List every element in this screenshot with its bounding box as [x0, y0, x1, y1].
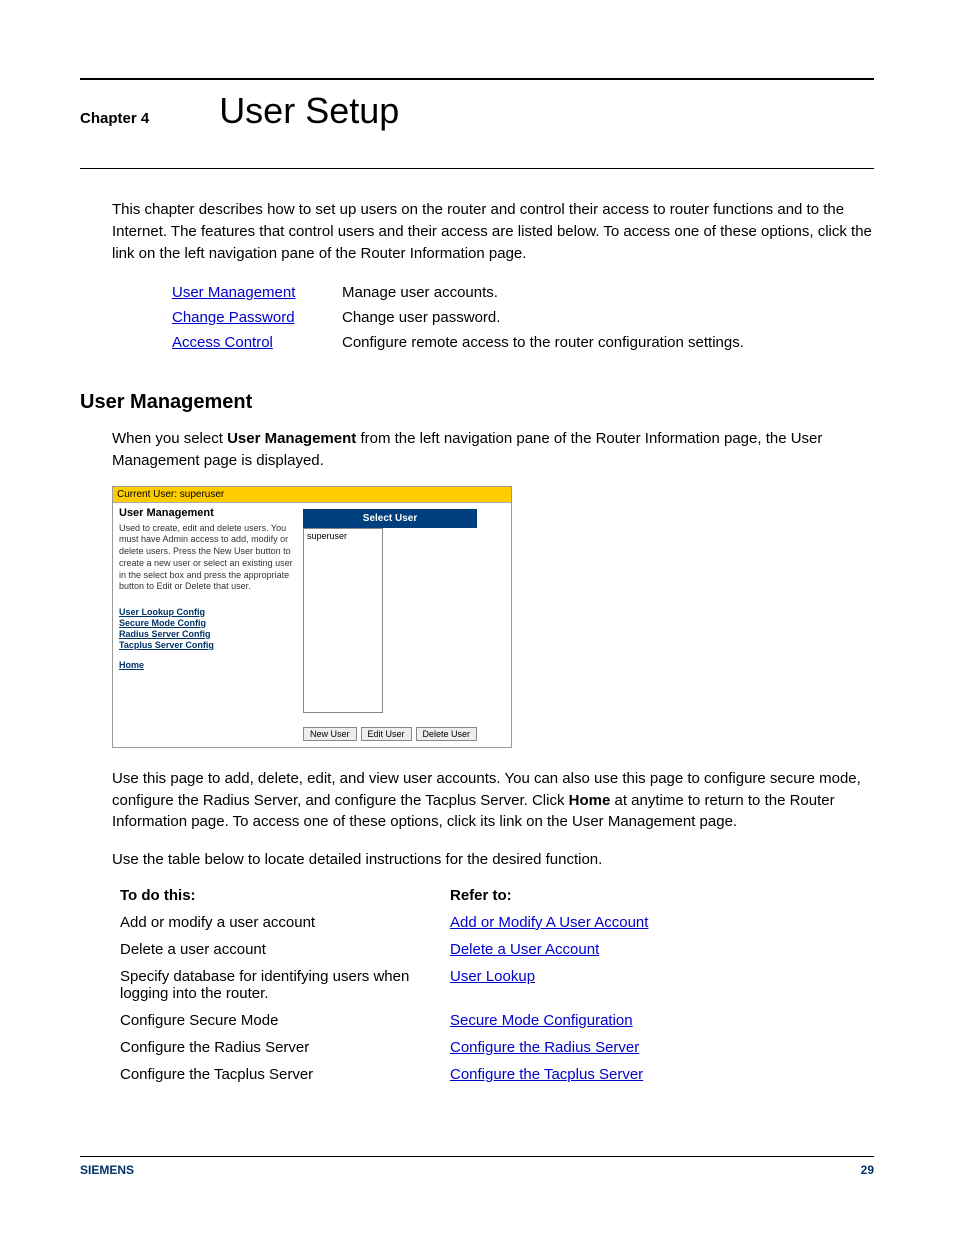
- ss-link-radius[interactable]: Radius Server Config: [119, 629, 297, 639]
- table-row: Configure the Radius Server Configure th…: [120, 1039, 874, 1056]
- embedded-screenshot: Current User: superuser User Management …: [112, 486, 512, 748]
- table-row: Configure the Tacplus Server Configure t…: [120, 1066, 874, 1083]
- ss-left-panel: User Management Used to create, edit and…: [113, 503, 303, 679]
- chapter-title: User Setup: [219, 90, 399, 132]
- page-content: Chapter 4 User Setup This chapter descri…: [0, 0, 954, 1153]
- instr-header-right: Refer to:: [450, 887, 874, 904]
- ss-current-user-bar: Current User: superuser: [113, 487, 511, 503]
- ss-body: User Management Used to create, edit and…: [113, 503, 511, 747]
- feature-desc: Configure remote access to the router co…: [342, 334, 874, 351]
- ss-edit-user-button[interactable]: Edit User: [361, 727, 412, 741]
- top-rule: [80, 78, 874, 80]
- page-footer: SIEMENS 29: [80, 1156, 874, 1177]
- link-access-control[interactable]: Access Control: [172, 334, 273, 351]
- instr-header-left: To do this:: [120, 887, 450, 904]
- feature-desc: Change user password.: [342, 309, 874, 326]
- ss-user-listbox[interactable]: superuser: [303, 528, 383, 713]
- link-change-password[interactable]: Change Password: [172, 309, 295, 326]
- section-intro-text: When you select: [112, 430, 227, 447]
- header-underline: [80, 168, 874, 169]
- feature-table: User Management Manage user accounts. Ch…: [172, 284, 874, 351]
- link-secure-mode-config[interactable]: Secure Mode Configuration: [450, 1012, 633, 1029]
- ss-button-row: New User Edit User Delete User: [303, 727, 477, 741]
- instr-task: Delete a user account: [120, 941, 450, 958]
- chapter-intro: This chapter describes how to set up use…: [112, 199, 874, 264]
- ss-links: User Lookup Config Secure Mode Config Ra…: [119, 607, 297, 670]
- section-heading: User Management: [80, 391, 874, 414]
- instr-task: Configure Secure Mode: [120, 1012, 450, 1029]
- footer-row: SIEMENS 29: [80, 1163, 874, 1177]
- after-ss-paragraph-2: Use the table below to locate detailed i…: [112, 849, 874, 871]
- instructions-header: To do this: Refer to:: [120, 887, 874, 904]
- instr-task: Configure the Radius Server: [120, 1039, 450, 1056]
- footer-page-number: 29: [861, 1163, 874, 1177]
- link-config-tacplus[interactable]: Configure the Tacplus Server: [450, 1066, 643, 1083]
- ss-select-header: Select User: [303, 509, 477, 528]
- ss-delete-user-button[interactable]: Delete User: [416, 727, 478, 741]
- after-ss-paragraph-1: Use this page to add, delete, edit, and …: [112, 768, 874, 833]
- feature-row: Change Password Change user password.: [172, 309, 874, 326]
- table-row: Configure Secure Mode Secure Mode Config…: [120, 1012, 874, 1029]
- link-user-lookup[interactable]: User Lookup: [450, 968, 535, 985]
- instr-task: Add or modify a user account: [120, 914, 450, 931]
- footer-rule: [80, 1156, 874, 1157]
- link-user-management[interactable]: User Management: [172, 284, 295, 301]
- link-config-radius[interactable]: Configure the Radius Server: [450, 1039, 639, 1056]
- chapter-header: Chapter 4 User Setup: [80, 90, 874, 132]
- ss-link-secure-mode[interactable]: Secure Mode Config: [119, 618, 297, 628]
- feature-row: Access Control Configure remote access t…: [172, 334, 874, 351]
- feature-row: User Management Manage user accounts.: [172, 284, 874, 301]
- table-row: Add or modify a user account Add or Modi…: [120, 914, 874, 931]
- instructions-table: To do this: Refer to: Add or modify a us…: [120, 887, 874, 1083]
- ss-title: User Management: [119, 507, 297, 519]
- feature-desc: Manage user accounts.: [342, 284, 874, 301]
- ss-new-user-button[interactable]: New User: [303, 727, 357, 741]
- footer-brand: SIEMENS: [80, 1163, 134, 1177]
- section-intro-bold: User Management: [227, 430, 356, 447]
- chapter-label: Chapter 4: [80, 110, 149, 127]
- ss-desc: Used to create, edit and delete users. Y…: [119, 523, 297, 593]
- ss-link-home[interactable]: Home: [119, 660, 297, 670]
- section-intro: When you select User Management from the…: [112, 428, 874, 472]
- ss-link-user-lookup[interactable]: User Lookup Config: [119, 607, 297, 617]
- table-row: Specify database for identifying users w…: [120, 968, 874, 1002]
- instr-task: Specify database for identifying users w…: [120, 968, 450, 1002]
- text-bold-home: Home: [569, 792, 611, 809]
- instr-task: Configure the Tacplus Server: [120, 1066, 450, 1083]
- link-add-modify-user[interactable]: Add or Modify A User Account: [450, 914, 648, 931]
- table-row: Delete a user account Delete a User Acco…: [120, 941, 874, 958]
- link-delete-user[interactable]: Delete a User Account: [450, 941, 599, 958]
- ss-right-panel: Select User superuser New User Edit User…: [303, 503, 483, 747]
- ss-listbox-item[interactable]: superuser: [307, 531, 379, 541]
- ss-link-tacplus[interactable]: Tacplus Server Config: [119, 640, 297, 650]
